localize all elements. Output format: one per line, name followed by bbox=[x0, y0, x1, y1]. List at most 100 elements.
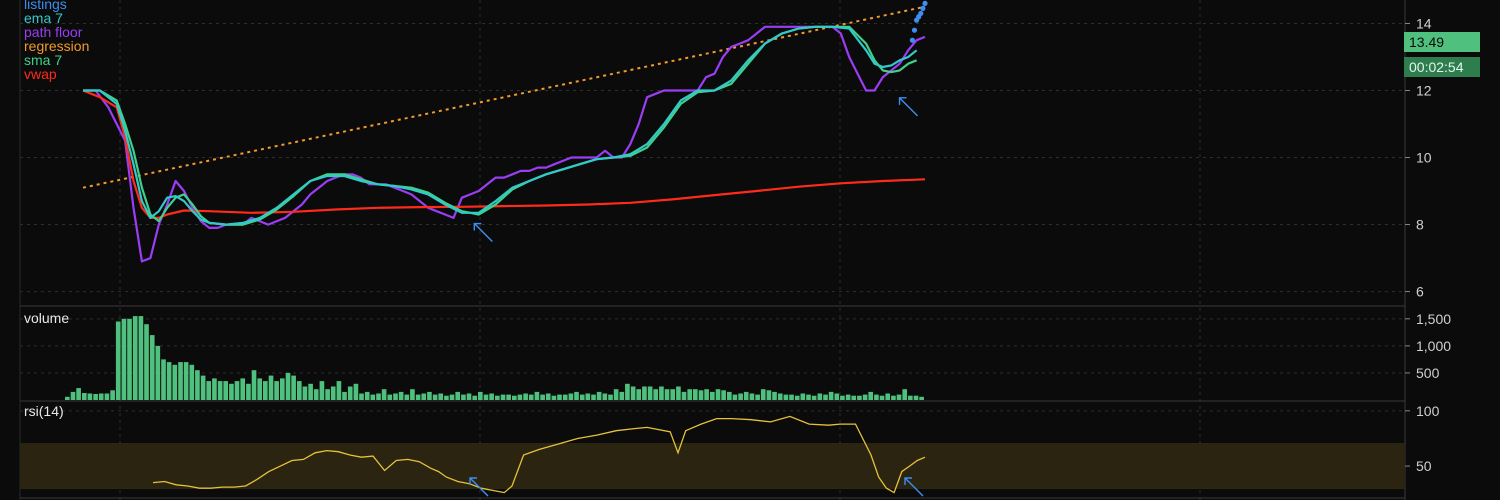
volume-bar bbox=[613, 389, 619, 400]
volume-bar bbox=[845, 394, 851, 400]
volume-bar bbox=[766, 390, 772, 400]
volume-bar bbox=[693, 389, 698, 400]
volume-bar bbox=[98, 393, 104, 400]
arrow-shaft bbox=[473, 223, 493, 243]
volume-bar bbox=[545, 393, 551, 400]
volume-bar bbox=[817, 393, 823, 400]
volume-bar bbox=[579, 394, 585, 400]
volume-bar bbox=[568, 393, 574, 400]
volume-bar bbox=[710, 391, 715, 400]
volume-bar bbox=[330, 386, 336, 400]
volume-bar bbox=[347, 386, 353, 400]
volume-bar bbox=[432, 394, 438, 400]
volume-bar bbox=[115, 321, 121, 400]
legend-item-path-floor[interactable]: path floor bbox=[24, 25, 89, 39]
volume-bar bbox=[670, 389, 676, 400]
volume-bar bbox=[732, 394, 738, 400]
volume-bar bbox=[489, 393, 494, 400]
volume-bar bbox=[455, 391, 461, 400]
volume-bar bbox=[183, 362, 189, 400]
legend-item-ema-7[interactable]: ema 7 bbox=[24, 11, 89, 25]
volume-bar bbox=[783, 394, 789, 400]
volume-bar bbox=[132, 316, 138, 400]
legend-item-vwap[interactable]: vwap bbox=[24, 67, 89, 81]
volume-bar bbox=[676, 386, 681, 400]
volume-bar bbox=[591, 394, 596, 400]
volume-bar bbox=[404, 394, 410, 400]
volume-bar bbox=[828, 391, 834, 400]
volume-bar bbox=[834, 393, 840, 400]
listing-point bbox=[909, 37, 915, 43]
volume-bar bbox=[325, 389, 330, 400]
volume-bar bbox=[857, 395, 862, 400]
y-tick-label: 10 bbox=[1416, 150, 1432, 166]
volume-bar bbox=[257, 378, 263, 400]
y-tick-label: 500 bbox=[1416, 365, 1440, 381]
volume-bar bbox=[596, 391, 602, 400]
volume-bar bbox=[421, 393, 427, 400]
volume-bar bbox=[223, 381, 229, 400]
volume-bar bbox=[438, 393, 444, 400]
volume-bar bbox=[885, 393, 891, 400]
listing-point bbox=[920, 5, 926, 11]
volume-bar bbox=[664, 389, 670, 400]
volume-bar bbox=[393, 393, 398, 400]
volume-bar bbox=[653, 389, 659, 400]
volume-bar bbox=[449, 394, 455, 400]
volume-bar bbox=[308, 383, 313, 400]
y-tick-label: 1,000 bbox=[1416, 338, 1451, 354]
volume-bar bbox=[246, 383, 251, 400]
volume-bar bbox=[806, 394, 811, 400]
volume-bar bbox=[410, 389, 415, 400]
volume-bar bbox=[738, 393, 743, 400]
volume-bar bbox=[359, 393, 364, 400]
volume-bar bbox=[370, 394, 376, 400]
volume-bar bbox=[698, 390, 704, 400]
volume-bar bbox=[353, 383, 359, 400]
listing-point bbox=[922, 0, 928, 6]
volume-bar bbox=[461, 394, 466, 400]
listing-point bbox=[918, 10, 924, 17]
y-tick-label: 14 bbox=[1416, 15, 1432, 31]
volume-bar bbox=[913, 395, 919, 400]
volume-bar bbox=[195, 370, 200, 400]
legend-item-sma-7[interactable]: sma 7 bbox=[24, 53, 89, 67]
volume-bar bbox=[161, 359, 166, 400]
volume-bar bbox=[121, 318, 127, 400]
volume-bar bbox=[274, 381, 279, 400]
volume-bar bbox=[523, 393, 528, 400]
volume-bar bbox=[444, 395, 449, 400]
path-floor-line bbox=[83, 25, 926, 263]
y-tick-label: 6 bbox=[1416, 284, 1424, 300]
volume-bar bbox=[234, 381, 240, 400]
volume-bar bbox=[144, 324, 149, 400]
volume-bar bbox=[642, 386, 647, 400]
volume-bar bbox=[879, 395, 885, 400]
volume-bar bbox=[840, 395, 845, 400]
price-pane bbox=[82, 0, 928, 263]
last-price-badge: 13.49 bbox=[1404, 32, 1480, 52]
volume-bar bbox=[189, 364, 195, 400]
volume-bar bbox=[206, 381, 212, 400]
volume-bar bbox=[82, 393, 87, 400]
volume-bar bbox=[874, 394, 879, 400]
volume-pane-label: volume bbox=[24, 310, 70, 326]
y-tick-label: 12 bbox=[1416, 82, 1432, 98]
volume-bar bbox=[200, 375, 206, 400]
volume-bar bbox=[291, 375, 296, 400]
volume-bar bbox=[630, 386, 636, 400]
volume-bar bbox=[551, 395, 557, 400]
volume-bar bbox=[891, 395, 896, 400]
vwap-line bbox=[82, 89, 926, 219]
volume-bar bbox=[70, 391, 76, 400]
volume-bar bbox=[483, 394, 489, 400]
volume-bar bbox=[557, 394, 562, 400]
legend-item-regression[interactable]: regression bbox=[24, 39, 89, 53]
volume-bar bbox=[512, 395, 517, 400]
volume-bar bbox=[87, 393, 93, 400]
volume-bar bbox=[217, 381, 223, 400]
volume-bar bbox=[528, 394, 534, 400]
volume-bar bbox=[138, 316, 144, 400]
volume-bar bbox=[364, 391, 370, 400]
volume-bar bbox=[240, 378, 246, 400]
